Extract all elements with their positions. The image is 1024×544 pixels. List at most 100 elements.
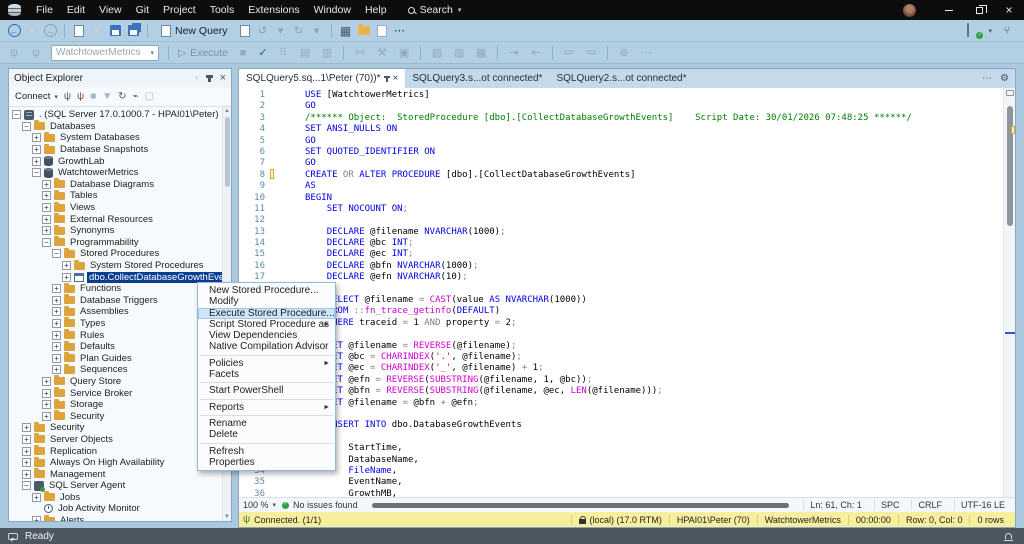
- tree-item[interactable]: +Views: [9, 202, 231, 214]
- cancel-query-button[interactable]: ■: [235, 44, 251, 62]
- extra-tool-button[interactable]: [374, 22, 390, 40]
- results-file-button[interactable]: ▨: [451, 44, 467, 62]
- pin-icon[interactable]: [208, 75, 211, 82]
- toolbar-overflow-button[interactable]: ⋯: [392, 22, 408, 40]
- tree-item[interactable]: +Database Diagrams: [9, 179, 231, 191]
- git-branch-icon[interactable]: ⑂: [999, 22, 1015, 40]
- undo-button[interactable]: ↺: [255, 22, 271, 40]
- tree-item[interactable]: −. (SQL Server 17.0.1000.7 - HPAI01\Pete…: [9, 109, 231, 121]
- menu-extensions[interactable]: Extensions: [241, 0, 306, 20]
- menu-file[interactable]: File: [29, 0, 60, 20]
- tree-item[interactable]: +Tables: [9, 190, 231, 202]
- document-tab[interactable]: SQLQuery3.s...ot connected*: [405, 69, 549, 88]
- notifications-bell-icon[interactable]: [1005, 533, 1012, 539]
- expand-icon[interactable]: +: [62, 261, 71, 270]
- tree-item[interactable]: −Stored Procedures: [9, 248, 231, 260]
- tree-item[interactable]: +System Stored Procedures: [9, 260, 231, 272]
- context-menu-item[interactable]: Start PowerShell: [198, 385, 335, 396]
- tree-item[interactable]: +Alerts: [9, 515, 231, 521]
- context-menu-item[interactable]: Policies►: [198, 358, 335, 369]
- expand-icon[interactable]: +: [22, 423, 31, 432]
- minimize-button[interactable]: [934, 0, 964, 20]
- expand-icon[interactable]: +: [32, 157, 41, 166]
- connect-db-icon[interactable]: ψ: [6, 44, 22, 62]
- connect-dropdown[interactable]: Connect ▾: [15, 91, 58, 102]
- back-dropdown-icon[interactable]: ▾: [24, 22, 40, 40]
- refresh-icon[interactable]: ↻: [118, 91, 126, 102]
- expand-icon[interactable]: +: [52, 342, 61, 351]
- uncomment-button[interactable]: ≔: [561, 44, 577, 62]
- collapse-icon[interactable]: −: [42, 238, 51, 247]
- tab-pin-icon[interactable]: [386, 76, 388, 82]
- editor-toolbar-overflow-button[interactable]: ⋯: [638, 44, 654, 62]
- tree-item[interactable]: +Database Snapshots: [9, 144, 231, 156]
- navigate-forward-button[interactable]: →: [42, 22, 58, 40]
- redo-dropdown-icon[interactable]: ▾: [309, 22, 325, 40]
- close-button[interactable]: ×: [994, 0, 1024, 20]
- save-all-button[interactable]: [125, 22, 141, 40]
- connection-status-icon[interactable]: ✓: [967, 24, 982, 38]
- expand-icon[interactable]: +: [42, 215, 51, 224]
- surround-button[interactable]: ▣: [396, 44, 412, 62]
- zoom-selector[interactable]: 100 % ▾: [243, 500, 276, 510]
- indent-button[interactable]: ⇥: [506, 44, 522, 62]
- stop-icon[interactable]: ■: [90, 91, 96, 102]
- expand-icon[interactable]: +: [42, 191, 51, 200]
- expand-icon[interactable]: +: [62, 273, 71, 282]
- document-tab[interactable]: SQLQuery2.s...ot connected*: [549, 69, 693, 88]
- tree-item[interactable]: +Jobs: [9, 492, 231, 504]
- expand-icon[interactable]: +: [52, 354, 61, 363]
- comment-lines-button[interactable]: ≕: [583, 44, 599, 62]
- expand-icon[interactable]: +: [42, 412, 51, 421]
- menu-project[interactable]: Project: [156, 0, 203, 20]
- panel-close-icon[interactable]: ×: [220, 72, 226, 84]
- expand-icon[interactable]: +: [32, 493, 41, 502]
- filter-icon[interactable]: ▼: [102, 91, 112, 102]
- context-menu-item[interactable]: Refresh: [198, 446, 335, 457]
- expand-icon[interactable]: +: [52, 307, 61, 316]
- panel-options-icon[interactable]: ▾: [195, 74, 199, 82]
- document-tab[interactable]: SQLQuery5.sq...1\Peter (70))*×: [239, 69, 405, 88]
- issues-indicator[interactable]: No issues found: [282, 500, 358, 510]
- context-menu-item[interactable]: Script Stored Procedure as►: [198, 319, 335, 330]
- collapse-icon[interactable]: −: [22, 481, 31, 490]
- context-menu-item[interactable]: New Stored Procedure...: [198, 285, 335, 296]
- context-menu-item[interactable]: Delete: [198, 429, 335, 440]
- editor-vertical-scrollbar[interactable]: [1003, 88, 1015, 497]
- redo-button[interactable]: ↻: [291, 22, 307, 40]
- activity-monitor-button[interactable]: [356, 22, 372, 40]
- query-options-button[interactable]: ▤: [297, 44, 313, 62]
- open-query-button[interactable]: [237, 22, 253, 40]
- new-file-button[interactable]: [71, 22, 87, 40]
- feedback-bubble-icon[interactable]: [8, 533, 18, 540]
- editor-horizontal-scrollbar[interactable]: [372, 503, 790, 508]
- expand-icon[interactable]: +: [22, 470, 31, 479]
- expand-icon[interactable]: +: [42, 180, 51, 189]
- database-combobox[interactable]: WatchtowerMetrics ▾: [51, 45, 159, 61]
- tab-close-icon[interactable]: ×: [393, 73, 399, 84]
- restore-button[interactable]: [964, 0, 994, 20]
- tree-item[interactable]: −Databases: [9, 121, 231, 133]
- undo-dropdown-icon[interactable]: ▾: [273, 22, 289, 40]
- new-file-dropdown-icon[interactable]: ▾: [89, 22, 105, 40]
- line-ending-indicator[interactable]: CRLF: [911, 500, 948, 510]
- navigate-back-button[interactable]: ←: [6, 22, 22, 40]
- spaces-indicator[interactable]: SPC: [874, 500, 906, 510]
- parse-button[interactable]: ✓: [255, 44, 271, 62]
- tree-item[interactable]: +External Resources: [9, 213, 231, 225]
- execute-button[interactable]: ▷ Execute: [174, 47, 232, 59]
- menu-tools[interactable]: Tools: [203, 0, 242, 20]
- tree-item[interactable]: +Synonyms: [9, 225, 231, 237]
- gear-icon[interactable]: ⚙: [1000, 73, 1009, 84]
- tree-item[interactable]: +GrowthLab: [9, 155, 231, 167]
- tab-list-overflow-icon[interactable]: ⋯: [982, 73, 992, 84]
- disconnect-db-icon[interactable]: ψ: [28, 44, 44, 62]
- collapse-icon[interactable]: −: [12, 110, 21, 119]
- expand-icon[interactable]: +: [42, 203, 51, 212]
- expand-icon[interactable]: +: [32, 516, 41, 521]
- titlebar-search[interactable]: Search ▾: [408, 4, 462, 16]
- context-menu-item[interactable]: Reports►: [198, 402, 335, 413]
- context-menu-item[interactable]: Rename: [198, 418, 335, 429]
- expand-icon[interactable]: +: [52, 296, 61, 305]
- outdent-button[interactable]: ⇤: [528, 44, 544, 62]
